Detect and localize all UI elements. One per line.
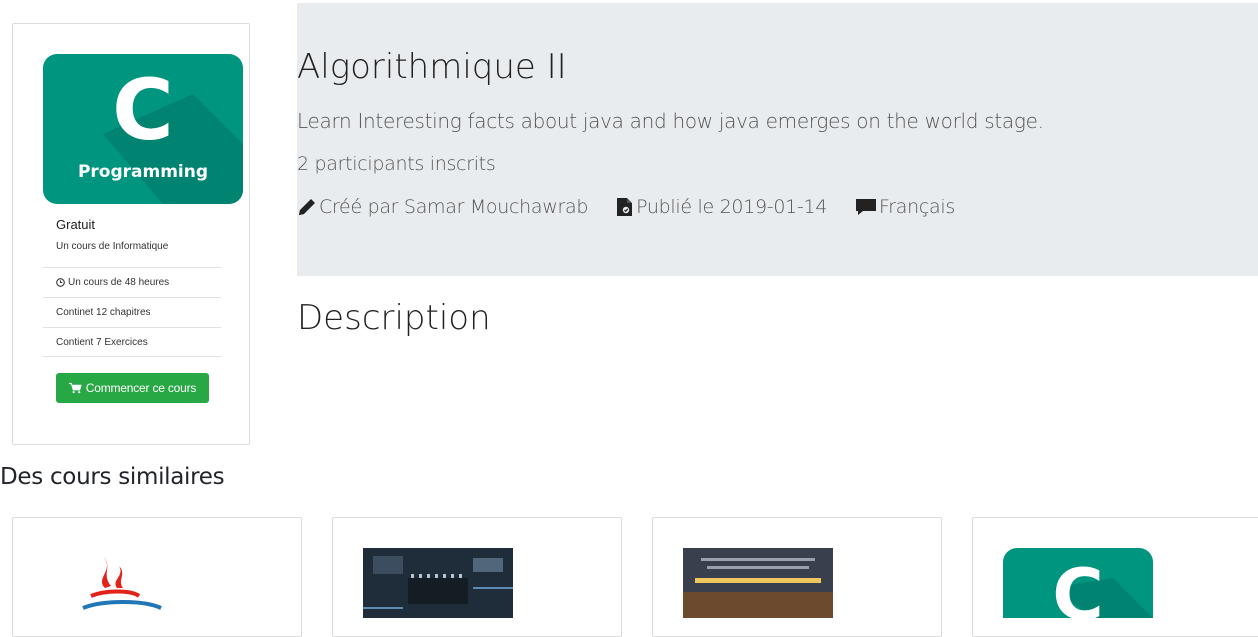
course-category: Un cours de Informatique [56, 241, 169, 252]
published-label: Publié le 2019-01-14 [636, 196, 828, 218]
circuit-graphic [363, 548, 513, 618]
author-meta: Créé par Samar Mouchawrab [297, 196, 588, 218]
start-course-button[interactable]: Commencer ce cours [56, 373, 209, 403]
course-meta: Créé par Samar Mouchawrab Publié le 2019… [297, 196, 983, 218]
course-lead: Learn Interesting facts about java and h… [297, 109, 1044, 133]
logo-caption: Programming [77, 162, 209, 182]
course-price: Gratuit [56, 217, 96, 232]
course-info-list: Un cours de 48 heures Continet 12 chapit… [43, 267, 221, 357]
similar-course-card[interactable] [652, 517, 942, 637]
course-logo: C Programming [43, 54, 243, 204]
similar-course-card[interactable]: C [972, 517, 1258, 637]
file-check-icon [617, 198, 633, 216]
info-exercises: Contient 7 Exercices [43, 327, 221, 357]
course-card: C Programming Gratuit Un cours de Inform… [12, 23, 250, 445]
info-chapters: Continet 12 chapitres [43, 297, 221, 327]
books-banner-image [683, 548, 833, 618]
cart-icon [68, 382, 82, 394]
comment-icon [856, 199, 877, 215]
similar-course-card[interactable] [332, 517, 622, 637]
course-header: Algorithmique II Learn Interesting facts… [297, 3, 1258, 276]
similar-courses-heading: Des cours similaires [0, 464, 225, 490]
clock-icon [56, 278, 65, 287]
published-meta: Publié le 2019-01-14 [616, 196, 827, 218]
course-title: Algorithmique II [297, 47, 567, 87]
logo-letter: C [112, 61, 174, 159]
description-heading: Description [297, 298, 491, 338]
java-logo-icon [43, 548, 193, 618]
books-banner-graphic [683, 548, 833, 618]
author-label: Créé par Samar Mouchawrab [319, 196, 589, 218]
circuit-board-image [363, 548, 513, 618]
c-programming-logo: C [1003, 548, 1153, 618]
pencil-icon [299, 199, 315, 215]
similar-course-card[interactable] [12, 517, 302, 637]
start-course-label: Commencer ce cours [85, 381, 197, 395]
info-duration-label: Un cours de 48 heures [68, 277, 170, 288]
info-duration: Un cours de 48 heures [43, 267, 221, 297]
java-flame-graphic [82, 556, 162, 610]
participants-count: 2 participants inscrits [297, 153, 496, 175]
language-label: Français [879, 196, 955, 218]
logo-letter: C [1052, 554, 1104, 618]
language-meta: Français [855, 196, 955, 218]
